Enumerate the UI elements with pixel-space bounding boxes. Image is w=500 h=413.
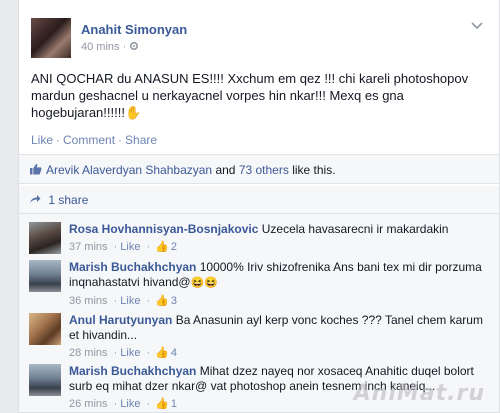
comment-meta: 28 mins · Like · 👍 4 (69, 347, 178, 359)
comment-body: Marish Buchakhchyan 10000% Iriv shizofre… (69, 260, 489, 309)
thumbs-up-icon: 👍 (155, 347, 169, 359)
comment-body: Rosa Hovhannisyan-Bosnjakovic Uzecela ha… (69, 222, 489, 255)
post-time[interactable]: 40 mins (81, 41, 120, 53)
thumbs-up-icon: 👍 (155, 398, 169, 410)
post-header: Anahit Simonyan 40 mins · (31, 18, 491, 58)
post-author-name[interactable]: Anahit Simonyan (81, 22, 187, 37)
raised-hand-icon: ✋ (124, 105, 142, 120)
action-separator: · (118, 133, 123, 147)
watermark-logo: AniMat.ru (353, 381, 485, 406)
shares-row: 1 share (19, 186, 499, 214)
comment-time[interactable]: 37 mins (69, 241, 108, 253)
comment-like-count[interactable]: 1 (171, 398, 177, 410)
comment-meta: 36 mins · Like · 👍 3 (69, 295, 178, 307)
commenter-name[interactable]: Rosa Hovhannisyan-Bosnjakovic (69, 222, 258, 236)
comment-like-button[interactable]: Like (120, 295, 140, 307)
likes-joiner: and (212, 163, 239, 177)
thumbs-up-icon: 👍 (155, 295, 169, 307)
comment-body: Anul Harutyunyan Ba Anasunin ayl kerp vo… (69, 313, 489, 361)
share-arrow-icon (29, 193, 44, 207)
like-button[interactable]: Like (31, 133, 53, 147)
shares-link[interactable]: 1 share (48, 193, 88, 207)
comment-like-count[interactable]: 2 (171, 241, 177, 253)
comment-like-count[interactable]: 4 (171, 347, 177, 359)
action-separator: · (56, 133, 61, 147)
comment-like-count[interactable]: 3 (171, 295, 177, 307)
commenter-name[interactable]: Marish Buchakhchyan (69, 364, 196, 378)
share-button[interactable]: Share (125, 133, 157, 147)
commenter-avatar[interactable] (29, 260, 61, 292)
comment-time[interactable]: 36 mins (69, 295, 108, 307)
comment-time[interactable]: 28 mins (69, 347, 108, 359)
thumbs-up-icon: 👍 (155, 241, 169, 253)
post-card: Anahit Simonyan 40 mins · ANI QOCHAR du … (18, 0, 500, 413)
chevron-down-icon[interactable] (471, 18, 483, 33)
commenter-avatar[interactable] (29, 364, 61, 396)
comment-like-button[interactable]: Like (120, 241, 140, 253)
likes-suffix: like this. (288, 163, 336, 177)
comment-like-button[interactable]: Like (120, 398, 140, 410)
thumbs-up-icon (29, 163, 42, 178)
first-liker-link[interactable]: Arevik Alaverdyan Shahbazyan (46, 163, 212, 177)
commenter-name[interactable]: Marish Buchakhchyan (69, 260, 196, 274)
author-avatar[interactable] (31, 18, 71, 58)
likes-summary: Arevik Alaverdyan Shahbazyan and 73 othe… (19, 154, 499, 184)
commenter-name[interactable]: Anul Harutyunyan (69, 313, 172, 327)
post-meta: 40 mins · (81, 41, 139, 53)
comment-text: Uzecela havasarecni ir makardakin (261, 222, 449, 236)
gear-icon[interactable] (129, 41, 139, 53)
comment-like-button[interactable]: Like (120, 347, 140, 359)
comment-button[interactable]: Comment (63, 133, 115, 147)
commenter-avatar[interactable] (29, 313, 61, 345)
laughing-emoji-icon: 😆😆 (190, 277, 218, 289)
others-link[interactable]: 73 others (239, 163, 289, 177)
post-text: ANI QOCHAR du ANASUN ES!!!! Xxchum em qe… (31, 70, 489, 121)
meta-separator: · (122, 41, 127, 53)
comment-meta: 37 mins · Like · 👍 2 (69, 241, 178, 253)
post-body: ANI QOCHAR du ANASUN ES!!!! Xxchum em qe… (31, 71, 469, 120)
commenter-avatar[interactable] (29, 222, 61, 254)
post-actions: Like · Comment · Share (31, 133, 157, 147)
comment-time[interactable]: 26 mins (69, 398, 108, 410)
